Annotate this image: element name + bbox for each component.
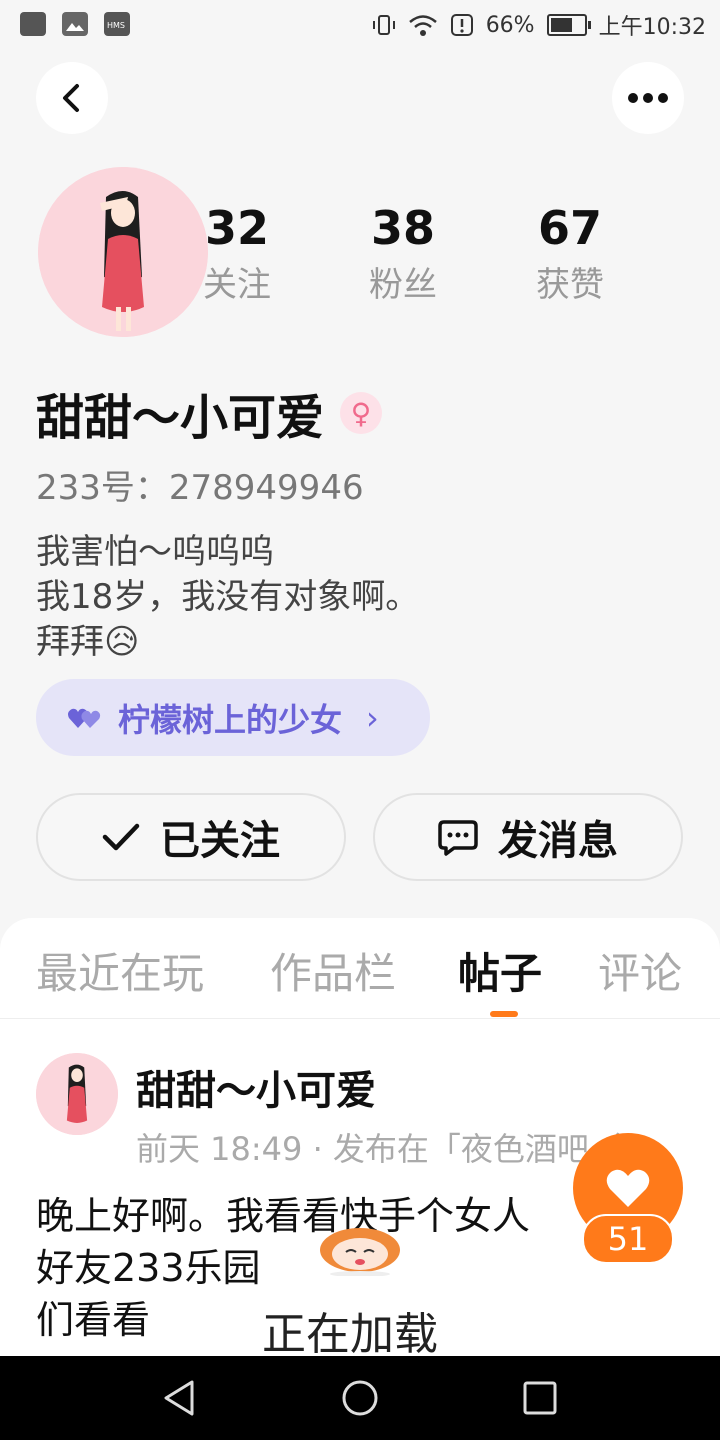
loading-text: 正在加载	[262, 1309, 438, 1358]
stat-following-count: 32	[204, 201, 269, 255]
message-icon	[438, 820, 478, 856]
clock: 上午10:32	[598, 15, 706, 40]
back-nav-icon[interactable]	[160, 1378, 200, 1418]
stat-likes-count: 67	[537, 201, 602, 255]
bio-line: 我18岁，我没有对象啊。	[36, 577, 420, 617]
home-nav-icon[interactable]	[340, 1378, 380, 1418]
stat-fans[interactable]: 38 粉丝	[343, 200, 463, 314]
message-button[interactable]: 发消息	[373, 793, 683, 881]
user-id: 233号：278949946	[36, 468, 364, 508]
back-button[interactable]	[36, 62, 108, 134]
more-dots-icon	[628, 93, 668, 103]
battery-icon	[546, 14, 591, 36]
svg-text:HMS: HMS	[107, 21, 125, 30]
divider	[0, 1018, 720, 1019]
hms-icon: HMS	[104, 12, 130, 36]
stat-following[interactable]: 32 关注	[177, 200, 297, 314]
hearts-icon	[68, 708, 101, 728]
status-bar: HMS 66% 上午10:32	[0, 0, 720, 50]
tab-posts[interactable]: 帖子	[458, 940, 542, 1001]
wifi-icon	[408, 15, 437, 36]
post-author-avatar[interactable]	[36, 1053, 118, 1135]
post-author-name[interactable]: 甜甜～小可爱	[136, 1058, 376, 1116]
stat-likes-label: 获赞	[536, 265, 604, 305]
profile-name: 甜甜～小可爱	[36, 390, 325, 446]
group-tag-label: 柠檬树上的少女	[118, 700, 343, 739]
chevron-left-icon	[63, 84, 79, 112]
loading-mascot-icon	[320, 1228, 400, 1276]
female-icon: ♀	[340, 392, 383, 434]
follow-button-label: 已关注	[160, 818, 280, 864]
battery-percent: 66%	[485, 12, 535, 38]
like-count: 51	[582, 1214, 674, 1264]
post-body-line: 好友233乐园	[36, 1246, 261, 1290]
alert-icon	[450, 14, 473, 36]
stat-fans-count: 38	[370, 201, 435, 255]
chevron-right-icon: ›	[366, 698, 379, 737]
post-body-line: 晚上好啊。我看看快手个女人	[36, 1194, 531, 1238]
stat-fans-label: 粉丝	[369, 265, 437, 305]
active-tab-indicator	[490, 1011, 518, 1017]
bio-line: 我害怕～呜呜呜	[36, 532, 274, 572]
bio: 我害怕～呜呜呜 我18岁，我没有对象啊。 拜拜😥	[36, 530, 419, 665]
app-icon	[20, 12, 46, 36]
vibrate-icon	[372, 15, 395, 35]
stat-following-label: 关注	[203, 265, 271, 305]
tab-works[interactable]: 作品栏	[270, 940, 396, 1001]
check-icon	[102, 823, 140, 851]
more-button[interactable]	[612, 62, 684, 134]
navigation-bar	[0, 1356, 720, 1440]
battery-level	[550, 18, 572, 32]
message-button-label: 发消息	[498, 818, 618, 864]
tab-recent-games[interactable]: 最近在玩	[36, 940, 204, 1001]
bio-line: 拜拜😥	[36, 622, 140, 662]
profile-name-row: 甜甜～小可爱 ♀	[36, 378, 383, 448]
stat-likes[interactable]: 67 获赞	[510, 200, 630, 314]
recents-nav-icon[interactable]	[520, 1378, 560, 1418]
gallery-icon	[62, 12, 88, 36]
avatar-image	[36, 1053, 118, 1135]
tab-comments[interactable]: 评论	[598, 940, 682, 1001]
follow-button[interactable]: 已关注	[36, 793, 346, 881]
heart-icon	[606, 1169, 650, 1207]
group-tag-button[interactable]: 柠檬树上的少女 ›	[36, 679, 430, 756]
